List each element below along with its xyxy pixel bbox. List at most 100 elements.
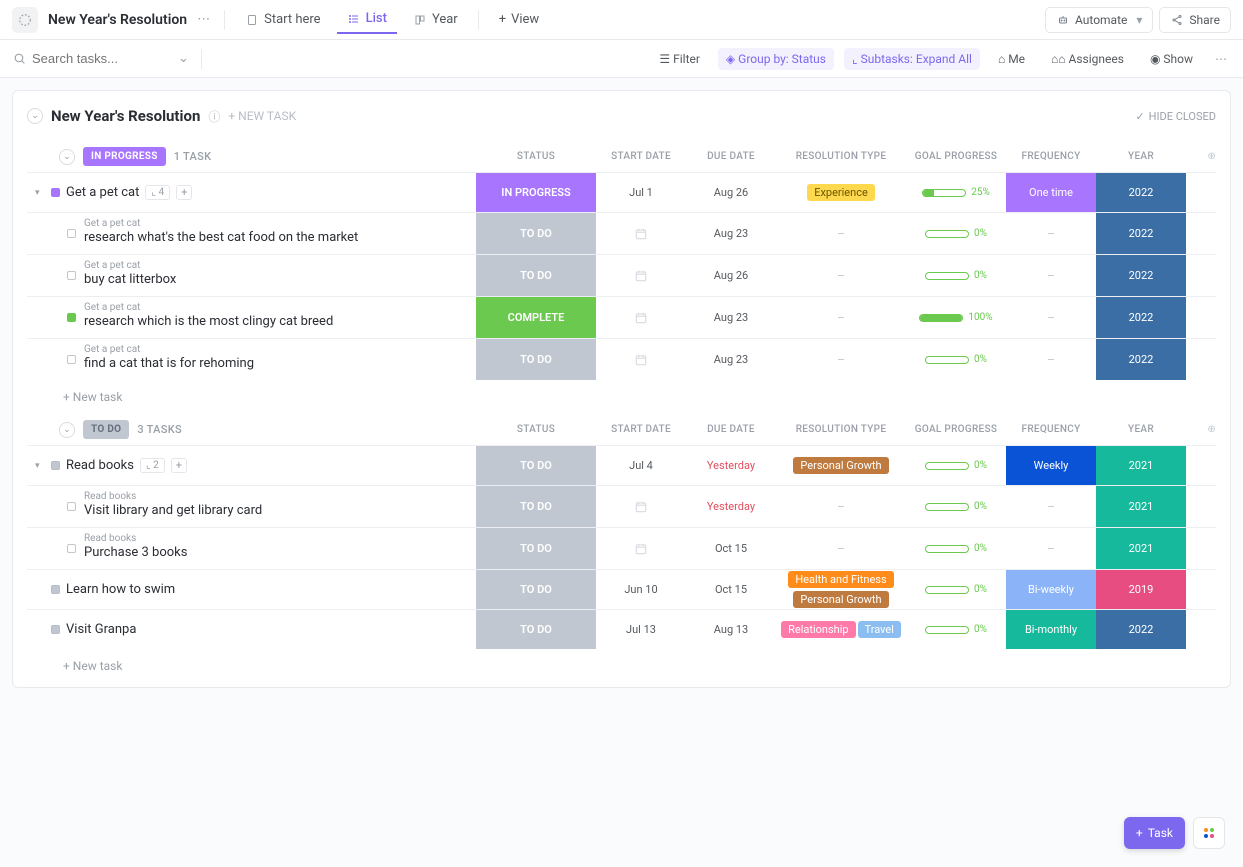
year-cell[interactable]: 2022 [1096,297,1186,338]
subtask-row[interactable]: Read books Visit library and get library… [27,485,1216,527]
due-date-cell[interactable]: Aug 23 [686,213,776,254]
status-cell[interactable]: TO DO [476,610,596,649]
start-date-cell[interactable]: Jul 4 [596,446,686,485]
show-chip[interactable]: ◉ Show [1142,48,1201,70]
resolution-type-cell[interactable]: – [776,339,906,380]
goal-progress-cell[interactable]: 0% [906,255,1006,296]
add-column-icon[interactable]: ⊕ [1207,151,1216,162]
frequency-cell[interactable]: Bi-weekly [1006,570,1096,609]
panel-collapse-icon[interactable]: ⌄ [27,108,43,124]
group-collapse-icon[interactable]: ⌄ [59,149,75,165]
tag-personal-growth[interactable]: Personal Growth [793,457,888,474]
goal-progress-cell[interactable]: 0% [906,446,1006,485]
year-cell[interactable]: 2022 [1096,173,1186,212]
group-status-pill[interactable]: TO DO [83,420,129,439]
subtask-row[interactable]: Get a pet cat research what's the best c… [27,212,1216,254]
resolution-type-cell[interactable]: – [776,297,906,338]
tag-health[interactable]: Health and Fitness [788,571,893,588]
panel-new-task[interactable]: + NEW TASK [228,109,296,123]
year-cell[interactable]: 2022 [1096,339,1186,380]
year-cell[interactable]: 2022 [1096,213,1186,254]
info-icon[interactable]: ⓘ [208,108,220,125]
frequency-cell[interactable]: Weekly [1006,446,1096,485]
frequency-cell[interactable]: – [1006,528,1096,569]
tag-experience[interactable]: Experience [807,184,875,201]
resolution-type-cell[interactable]: – [776,528,906,569]
status-cell[interactable]: TO DO [476,570,596,609]
resolution-type-cell[interactable]: Health and Fitness Personal Growth [776,570,906,609]
frequency-cell[interactable]: – [1006,255,1096,296]
subtask-status-square[interactable] [67,502,76,511]
nav-list[interactable]: List [337,5,397,34]
year-cell[interactable]: 2022 [1096,610,1186,649]
expand-caret-icon[interactable]: ▾ [35,461,45,471]
subtask-count-pill[interactable]: ⌞ 4 [145,185,170,200]
group-collapse-icon[interactable]: ⌄ [59,422,75,438]
subtask-row[interactable]: Get a pet cat find a cat that is for reh… [27,338,1216,380]
subtask-status-square[interactable] [67,229,76,238]
task-name[interactable]: Learn how to swim [66,582,175,597]
task-row[interactable]: Visit Granpa TO DO Jul 13 Aug 13 Relatio… [27,609,1216,649]
goal-progress-cell[interactable]: 0% [906,610,1006,649]
subtask-name[interactable]: Purchase 3 books [84,544,187,562]
due-date-cell[interactable]: Aug 13 [686,610,776,649]
resolution-type-cell[interactable]: – [776,255,906,296]
nav-add-view[interactable]: + View [489,6,550,33]
add-subtask-icon[interactable]: + [176,185,192,200]
start-date-cell[interactable]: Jul 13 [596,610,686,649]
subtasks-chip[interactable]: ⌞ Subtasks: Expand All [844,48,980,70]
calendar-icon[interactable] [634,311,648,325]
goal-progress-cell[interactable]: 100% [906,297,1006,338]
start-date-cell[interactable] [596,255,686,296]
due-date-cell[interactable]: Oct 15 [686,570,776,609]
year-cell[interactable]: 2021 [1096,446,1186,485]
task-name[interactable]: Get a pet cat [66,185,139,200]
status-cell[interactable]: TO DO [476,255,596,296]
task-name[interactable]: Visit Granpa [66,622,136,637]
goal-progress-cell[interactable]: 0% [906,570,1006,609]
calendar-icon[interactable] [634,500,648,514]
hide-closed-toggle[interactable]: ✓ HIDE CLOSED [1135,110,1216,123]
frequency-cell[interactable]: – [1006,297,1096,338]
subtask-name[interactable]: research which is the most clingy cat br… [84,313,333,331]
frequency-cell[interactable]: Bi-monthly [1006,610,1096,649]
status-cell[interactable]: COMPLETE [476,297,596,338]
subtask-status-square[interactable] [67,313,76,322]
due-date-cell[interactable]: Yesterday [686,446,776,485]
add-subtask-icon[interactable]: + [171,458,187,473]
subtask-status-square[interactable] [67,544,76,553]
tag-travel[interactable]: Travel [858,621,901,638]
start-date-cell[interactable] [596,297,686,338]
year-cell[interactable]: 2022 [1096,255,1186,296]
tag-personal-growth[interactable]: Personal Growth [793,591,888,608]
group-status-pill[interactable]: IN PROGRESS [83,147,166,166]
tag-relationship[interactable]: Relationship [781,621,855,638]
search-input[interactable] [32,51,172,66]
status-square[interactable] [51,625,60,634]
nav-year[interactable]: Year [403,6,468,33]
subtask-name[interactable]: research what's the best cat food on the… [84,229,358,247]
status-cell[interactable]: TO DO [476,339,596,380]
status-cell[interactable]: TO DO [476,446,596,485]
year-cell[interactable]: 2019 [1096,570,1186,609]
goal-progress-cell[interactable]: 0% [906,213,1006,254]
subtask-status-square[interactable] [67,271,76,280]
start-date-cell[interactable]: Jul 1 [596,173,686,212]
year-cell[interactable]: 2021 [1096,486,1186,527]
subtask-status-square[interactable] [67,355,76,364]
goal-progress-cell[interactable]: 0% [906,528,1006,569]
fab-apps[interactable] [1193,817,1225,849]
resolution-type-cell[interactable]: Personal Growth [776,446,906,485]
year-cell[interactable]: 2021 [1096,528,1186,569]
nav-start-here[interactable]: Start here [235,6,330,33]
resolution-type-cell[interactable]: Experience [776,173,906,212]
status-cell[interactable]: TO DO [476,486,596,527]
expand-caret-icon[interactable]: ▾ [35,188,45,198]
automate-button[interactable]: Automate ▾ [1045,7,1153,33]
workspace-icon[interactable] [12,7,38,33]
frequency-cell[interactable]: – [1006,486,1096,527]
goal-progress-cell[interactable]: 0% [906,339,1006,380]
goal-progress-cell[interactable]: 25% [906,173,1006,212]
groupby-chip[interactable]: ◈ Group by: Status [718,48,834,70]
new-task-link[interactable]: + New task [27,649,1216,677]
